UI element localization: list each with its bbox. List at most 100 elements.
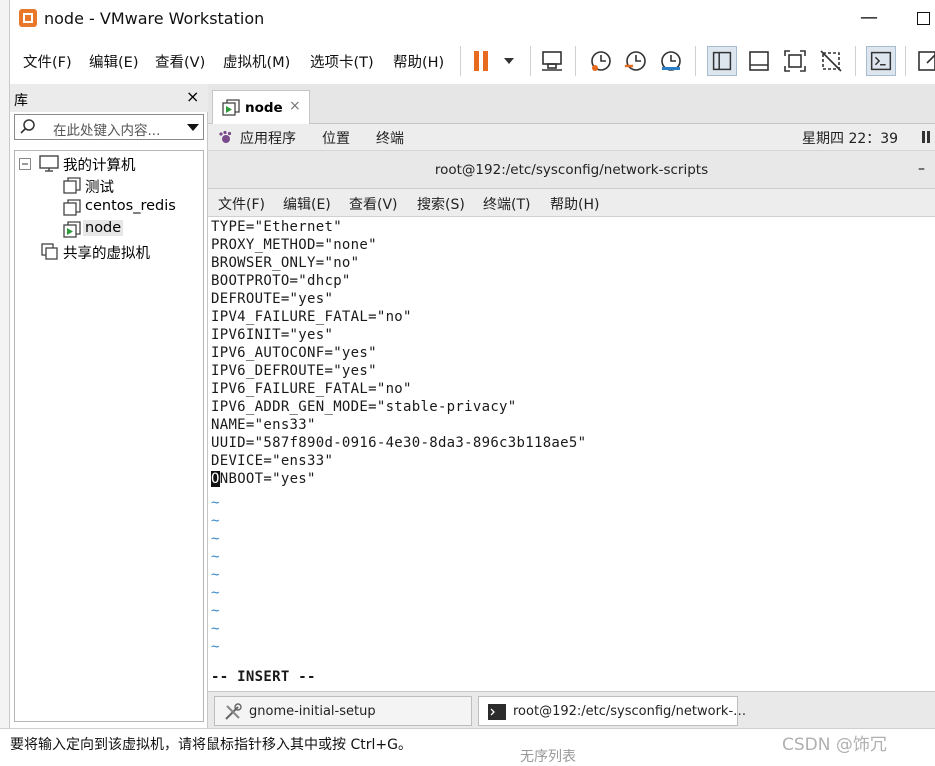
tab-close-button[interactable]: × (289, 98, 301, 114)
running-vm-icon (222, 99, 240, 116)
tilde-marker: ~ (211, 513, 220, 529)
library-search-input[interactable]: 在此处键入内容... (14, 114, 204, 140)
menu-bar: 文件(F) 编辑(E) 查看(V) 虚拟机(M) 选项卡(T) 帮助(H) (10, 38, 935, 84)
minimize-button[interactable]: — (854, 4, 884, 32)
console-view-icon[interactable] (866, 46, 896, 76)
terminal-menu-file[interactable]: 文件(F) (218, 194, 265, 214)
menu-file[interactable]: 文件(F) (23, 51, 72, 72)
background-window-strip (0, 0, 10, 760)
tree-item-label: 我的计算机 (63, 158, 136, 174)
tree-item-shared-vms[interactable]: 共享的虚拟机 (17, 241, 197, 263)
toolbar-separator (530, 46, 531, 76)
tree-item-label: 共享的虚拟机 (63, 246, 150, 262)
guest-taskbar: gnome-initial-setup root@192:/etc/syscon… (208, 691, 935, 728)
thumbnail-bar-icon[interactable] (744, 46, 774, 76)
applications-menu[interactable]: 应用程序 (240, 128, 296, 148)
file-line: IPV6INIT="yes" (211, 327, 334, 343)
terminal-minimize-button[interactable]: – (918, 161, 925, 177)
terminal-menu-view[interactable]: 查看(V) (349, 194, 398, 214)
tab-node[interactable]: node × (212, 90, 310, 125)
library-sidebar: 库 × 在此处键入内容... 我的计算机 测试 centos_redis nod… (10, 84, 208, 728)
tilde-marker: ~ (211, 639, 220, 655)
title-bar: node - VMware Workstation — (10, 0, 935, 38)
library-title: 库 (14, 93, 28, 109)
tab-bar: node × (208, 84, 935, 125)
collapse-icon[interactable] (19, 158, 31, 170)
tree-item-vm-node-selected[interactable]: node (17, 219, 197, 241)
system-menu-icon[interactable] (920, 128, 935, 146)
search-icon (20, 119, 35, 134)
menu-view[interactable]: 查看(V) (155, 51, 205, 72)
toolbar-separator (575, 46, 576, 76)
task-label: root@192:/etc/sysconfig/network-… (513, 704, 747, 719)
toolbar-separator (695, 46, 696, 76)
chevron-down-icon[interactable] (498, 46, 528, 76)
snapshot-manager-icon[interactable] (656, 46, 686, 76)
running-vm-icon (63, 221, 81, 238)
terminal-menu-help[interactable]: 帮助(H) (550, 194, 599, 214)
maximize-button[interactable] (908, 4, 935, 32)
show-library-icon[interactable] (707, 46, 737, 76)
file-line: DEFROUTE="yes" (211, 291, 334, 307)
file-line: IPV6_FAILURE_FATAL="no" (211, 381, 412, 397)
file-line: BROWSER_ONLY="no" (211, 255, 360, 271)
background-text: 无序列表 (520, 749, 576, 765)
tree-item-my-computer[interactable]: 我的计算机 (17, 153, 197, 175)
snapshot-icon[interactable] (586, 46, 616, 76)
tree-item-label: node (83, 220, 124, 236)
tilde-marker: ~ (211, 603, 220, 619)
menu-edit[interactable]: 编辑(E) (89, 51, 138, 72)
toolbar-separator (905, 46, 906, 76)
watermark: CSDN @饰冗 (782, 735, 887, 755)
places-menu[interactable]: 位置 (322, 128, 350, 148)
terminal-icon (488, 704, 506, 720)
tree-item-vm[interactable]: 测试 (17, 175, 197, 197)
file-line: IPV6_AUTOCONF="yes" (211, 345, 377, 361)
vmware-logo-icon (19, 9, 37, 27)
search-dropdown-icon[interactable] (187, 124, 199, 131)
pause-icon[interactable] (470, 46, 500, 76)
library-close-button[interactable]: × (186, 87, 199, 106)
terminal-menu-edit[interactable]: 编辑(E) (283, 194, 331, 214)
tilde-marker: ~ (211, 585, 220, 601)
file-line: PROXY_METHOD="none" (211, 237, 377, 253)
vmware-window: node - VMware Workstation — 文件(F) 编辑(E) … (0, 0, 935, 765)
file-line: NAME="ens33" (211, 417, 316, 433)
menu-vm[interactable]: 虚拟机(M) (223, 51, 290, 72)
terminal-titlebar: root@192:/etc/sysconfig/network-scripts … (208, 151, 935, 189)
task-gnome-initial-setup[interactable]: gnome-initial-setup (214, 696, 472, 726)
send-ctrl-alt-del-icon[interactable] (537, 46, 567, 76)
stretch-icon[interactable] (914, 46, 935, 76)
cursor-line-rest: NBOOT="yes" (219, 471, 316, 487)
tilde-marker: ~ (211, 549, 220, 565)
terminal-menu[interactable]: 终端 (376, 128, 404, 148)
task-terminal[interactable]: root@192:/etc/sysconfig/network-… (478, 696, 746, 726)
task-label: gnome-initial-setup (249, 704, 376, 719)
search-placeholder: 在此处键入内容... (53, 123, 161, 139)
vm-main-area: node × 应用程序 位置 终端 星期四 22：39 root@192:/et… (208, 84, 935, 728)
terminal-menu-bar: 文件(F) 编辑(E) 查看(V) 搜索(S) 终端(T) 帮助(H) (208, 189, 935, 217)
menu-help[interactable]: 帮助(H) (393, 51, 444, 72)
toolbar-separator (460, 46, 461, 76)
menu-tabs[interactable]: 选项卡(T) (310, 51, 374, 72)
tilde-marker: ~ (211, 567, 220, 583)
tree-item-vm[interactable]: centos_redis (17, 197, 197, 219)
terminal-menu-terminal[interactable]: 终端(T) (483, 194, 530, 214)
unity-icon[interactable] (816, 46, 846, 76)
vm-icon (63, 199, 81, 216)
text-cursor: O (211, 471, 220, 487)
library-header: 库 × (10, 84, 208, 112)
gnome-foot-icon (219, 130, 232, 143)
revert-snapshot-icon[interactable] (621, 46, 651, 76)
terminal-content[interactable]: TYPE="Ethernet" PROXY_METHOD="none" BROW… (208, 217, 935, 691)
clock[interactable]: 星期四 22：39 (802, 128, 898, 148)
computer-icon (39, 155, 59, 172)
status-text: 要将输入定向到该虚拟机，请将鼠标指针移入其中或按 Ctrl+G。 (10, 737, 412, 753)
file-line-cursor: ONBOOT="yes" (211, 471, 316, 487)
full-screen-icon[interactable] (780, 46, 810, 76)
vm-icon (63, 177, 81, 194)
guest-top-bar: 应用程序 位置 终端 星期四 22：39 (208, 124, 935, 151)
tilde-marker: ~ (211, 531, 220, 547)
tools-icon (225, 703, 242, 720)
terminal-menu-search[interactable]: 搜索(S) (417, 194, 465, 214)
